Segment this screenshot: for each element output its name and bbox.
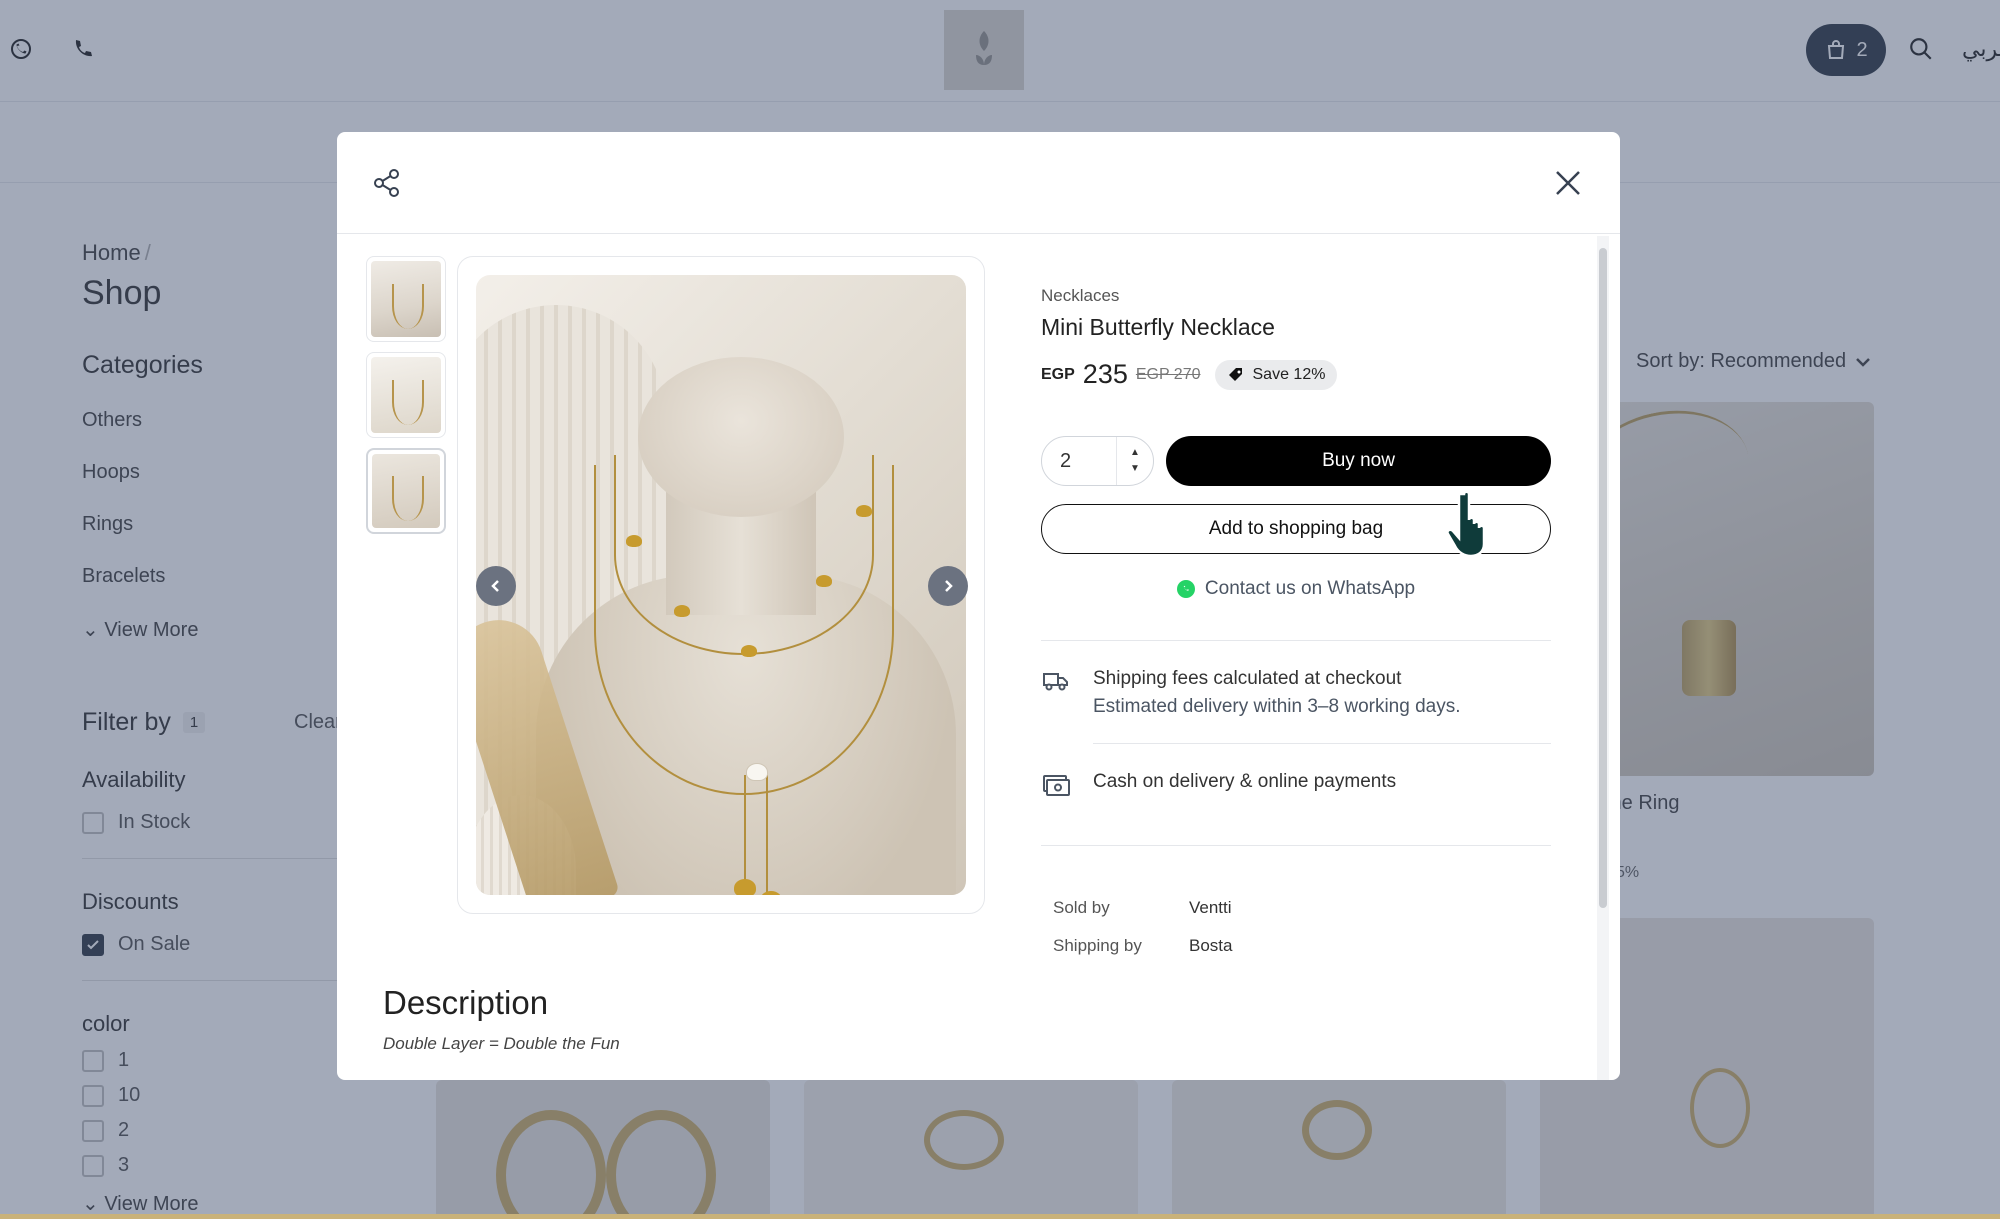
save-label: Save 12% (1252, 365, 1326, 383)
modal-scrollbar[interactable] (1597, 236, 1609, 1080)
original-price: EGP 270 (1135, 365, 1201, 383)
quick-view-modal: Necklaces Mini Butterfly Necklace EGP 23… (337, 132, 1620, 1080)
shipping-info: Shipping fees calculated at checkout Est… (1041, 665, 1551, 721)
delivery-truck-icon (1041, 665, 1075, 721)
page-bottom-border (0, 1214, 2000, 1219)
whatsapp-icon (1176, 580, 1195, 598)
payment-info: Cash on delivery & online payments (1041, 768, 1551, 807)
main-image-frame (457, 256, 985, 914)
share-icon[interactable] (370, 166, 404, 200)
sold-by-label: Sold by (1053, 898, 1110, 917)
current-price: 235 (1082, 359, 1128, 389)
chevron-right-icon (945, 580, 953, 592)
thumbnail[interactable] (366, 352, 446, 438)
whatsapp-contact-link[interactable]: Contact us on WhatsApp (1041, 578, 1551, 600)
shipping-by-value: Bosta (1189, 936, 1233, 955)
thumbnail[interactable] (366, 256, 446, 342)
thumbnail-list (366, 256, 446, 544)
quantity-stepper[interactable]: 2 ▲ ▼ (1041, 436, 1154, 486)
whatsapp-label: Contact us on WhatsApp (1204, 578, 1416, 599)
close-icon[interactable] (1551, 166, 1585, 200)
divider (1093, 743, 1551, 744)
chevron-left-icon (491, 580, 499, 592)
seller-details: Sold by Ventti Shipping by Bosta (1041, 898, 1551, 956)
shipping-by-label: Shipping by (1053, 936, 1142, 955)
description-text: Double Layer = Double the Fun (383, 1034, 620, 1053)
scrollbar-thumb[interactable] (1599, 248, 1607, 908)
sold-by-value: Ventti (1189, 898, 1232, 917)
product-info: Necklaces Mini Butterfly Necklace EGP 23… (1041, 286, 1551, 956)
divider (1041, 640, 1551, 641)
image-prev-button[interactable] (476, 566, 516, 606)
decrement-icon[interactable]: ▼ (1130, 463, 1140, 474)
purchase-row: 2 ▲ ▼ Buy now (1041, 436, 1551, 486)
increment-icon[interactable]: ▲ (1130, 447, 1140, 458)
payment-label: Cash on delivery & online payments (1093, 771, 1397, 792)
image-next-button[interactable] (928, 566, 968, 606)
product-name: Mini Butterfly Necklace (1041, 314, 1275, 340)
product-main-image[interactable] (476, 275, 966, 895)
modal-header (337, 132, 1620, 234)
hand-cursor-icon (1444, 488, 1508, 560)
price-row: EGP 235 EGP 270 Save 12% (1041, 359, 1551, 390)
currency-label: EGP (1041, 365, 1075, 383)
shipping-subtitle: Estimated delivery within 3–8 working da… (1093, 696, 1461, 717)
tag-icon (1228, 367, 1242, 381)
buy-now-button[interactable]: Buy now (1166, 436, 1551, 486)
product-category[interactable]: Necklaces (1041, 286, 1551, 306)
shipping-title: Shipping fees calculated at checkout (1093, 668, 1402, 689)
cash-icon (1041, 768, 1075, 807)
description-title: Description (383, 984, 549, 1021)
save-badge: Save 12% (1214, 359, 1338, 390)
thumbnail-selected[interactable] (366, 448, 446, 534)
quantity-value[interactable]: 2 (1060, 450, 1071, 473)
divider (1041, 845, 1551, 846)
